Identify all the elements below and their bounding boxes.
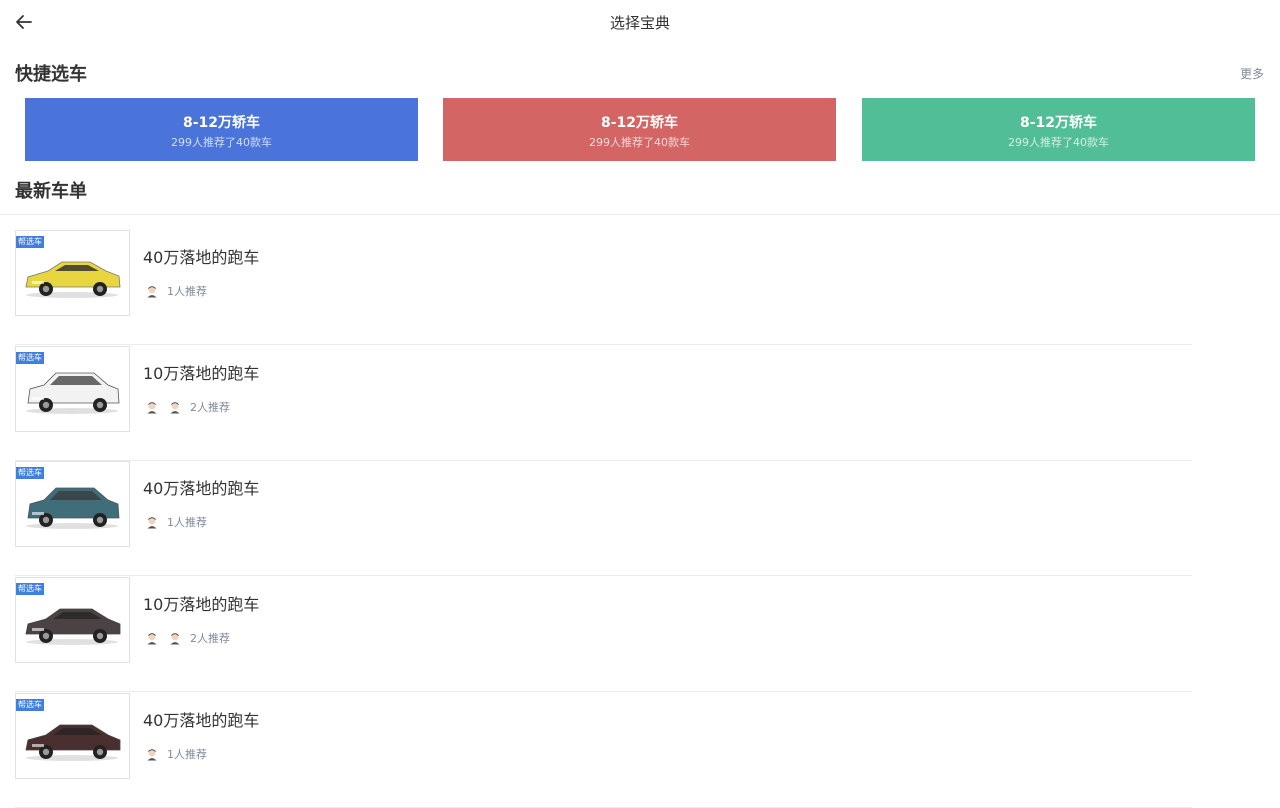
- quick-card-title: 8-12万轿车: [1019, 115, 1098, 131]
- divider: [15, 691, 1192, 692]
- user-avatar-icon: [170, 402, 180, 414]
- recommend-count: 1人推荐: [167, 748, 207, 761]
- page-title: 选择宝典: [609, 14, 670, 32]
- help-select-badge: 帮选车: [16, 467, 44, 479]
- quick-card-subtitle: 299人推荐了40款车: [171, 136, 272, 149]
- quick-card-1[interactable]: 8-12万轿车 299人推荐了40款车: [25, 98, 418, 161]
- car-thumbnail: 帮选车: [15, 461, 130, 547]
- divider: [15, 575, 1192, 576]
- user-avatar-icon: [147, 633, 157, 645]
- car-thumbnail: 帮选车: [15, 693, 130, 779]
- divider: [15, 344, 1192, 345]
- car-list-title: 40万落地的跑车: [143, 711, 260, 730]
- recommend-count: 2人推荐: [190, 401, 230, 414]
- more-link[interactable]: 更多: [1240, 65, 1264, 82]
- car-thumbnail: 帮选车: [15, 577, 130, 663]
- user-avatar-icon: [147, 286, 157, 298]
- car-list-title: 10万落地的跑车: [143, 364, 260, 383]
- divider: [0, 214, 1280, 215]
- car-thumbnail: 帮选车: [15, 346, 130, 432]
- recommend-count: 1人推荐: [167, 285, 207, 298]
- help-select-badge: 帮选车: [16, 236, 44, 248]
- quick-card-subtitle: 299人推荐了40款车: [589, 136, 690, 149]
- quick-card-title: 8-12万轿车: [600, 115, 679, 131]
- recommenders: 2人推荐: [145, 399, 230, 415]
- suv-car-image: [26, 372, 120, 414]
- quick-select-title: 快捷选车: [15, 64, 87, 85]
- recommend-count: 2人推荐: [190, 632, 230, 645]
- help-select-badge: 帮选车: [16, 583, 44, 595]
- user-avatar-icon: [170, 633, 180, 645]
- latest-list-title: 最新车单: [15, 181, 87, 202]
- user-avatar-icon: [147, 517, 157, 529]
- top-bar: 选择宝典: [0, 0, 1280, 44]
- recommenders: 2人推荐: [145, 630, 230, 646]
- quick-card-subtitle: 299人推荐了40款车: [1008, 136, 1109, 149]
- user-avatar-icon: [147, 402, 157, 414]
- help-select-badge: 帮选车: [16, 352, 44, 364]
- suv-car-image: [26, 487, 120, 529]
- recommenders: 1人推荐: [145, 514, 207, 530]
- sedan-car-image: [25, 608, 121, 645]
- help-select-badge: 帮选车: [16, 699, 44, 711]
- car-list-title: 40万落地的跑车: [143, 479, 260, 498]
- car-list-title: 10万落地的跑车: [143, 595, 260, 614]
- car-list-title: 40万落地的跑车: [143, 248, 260, 267]
- sedan-car-image: [25, 724, 121, 761]
- recommenders: 1人推荐: [145, 283, 207, 299]
- user-avatar-icon: [147, 749, 157, 761]
- car-list-item[interactable]: 帮选车 10万落地的跑车 2人推荐: [15, 577, 1192, 692]
- car-thumbnail: 帮选车: [15, 230, 130, 316]
- quick-card-3[interactable]: 8-12万轿车 299人推荐了40款车: [862, 98, 1255, 161]
- recommend-count: 1人推荐: [167, 516, 207, 529]
- car-list-item[interactable]: 帮选车 10万落地的跑车 2人推荐: [15, 346, 1192, 461]
- car-list-item[interactable]: 帮选车 40万落地的跑车 1人推荐: [15, 693, 1192, 808]
- coupe-car-image: [25, 261, 121, 298]
- quick-card-2[interactable]: 8-12万轿车 299人推荐了40款车: [443, 98, 836, 161]
- recommenders: 1人推荐: [145, 746, 207, 762]
- car-list-item[interactable]: 帮选车 40万落地的跑车 1人推荐: [15, 230, 1192, 345]
- car-list-item[interactable]: 帮选车 40万落地的跑车 1人推荐: [15, 461, 1192, 576]
- quick-card-title: 8-12万轿车: [182, 115, 261, 131]
